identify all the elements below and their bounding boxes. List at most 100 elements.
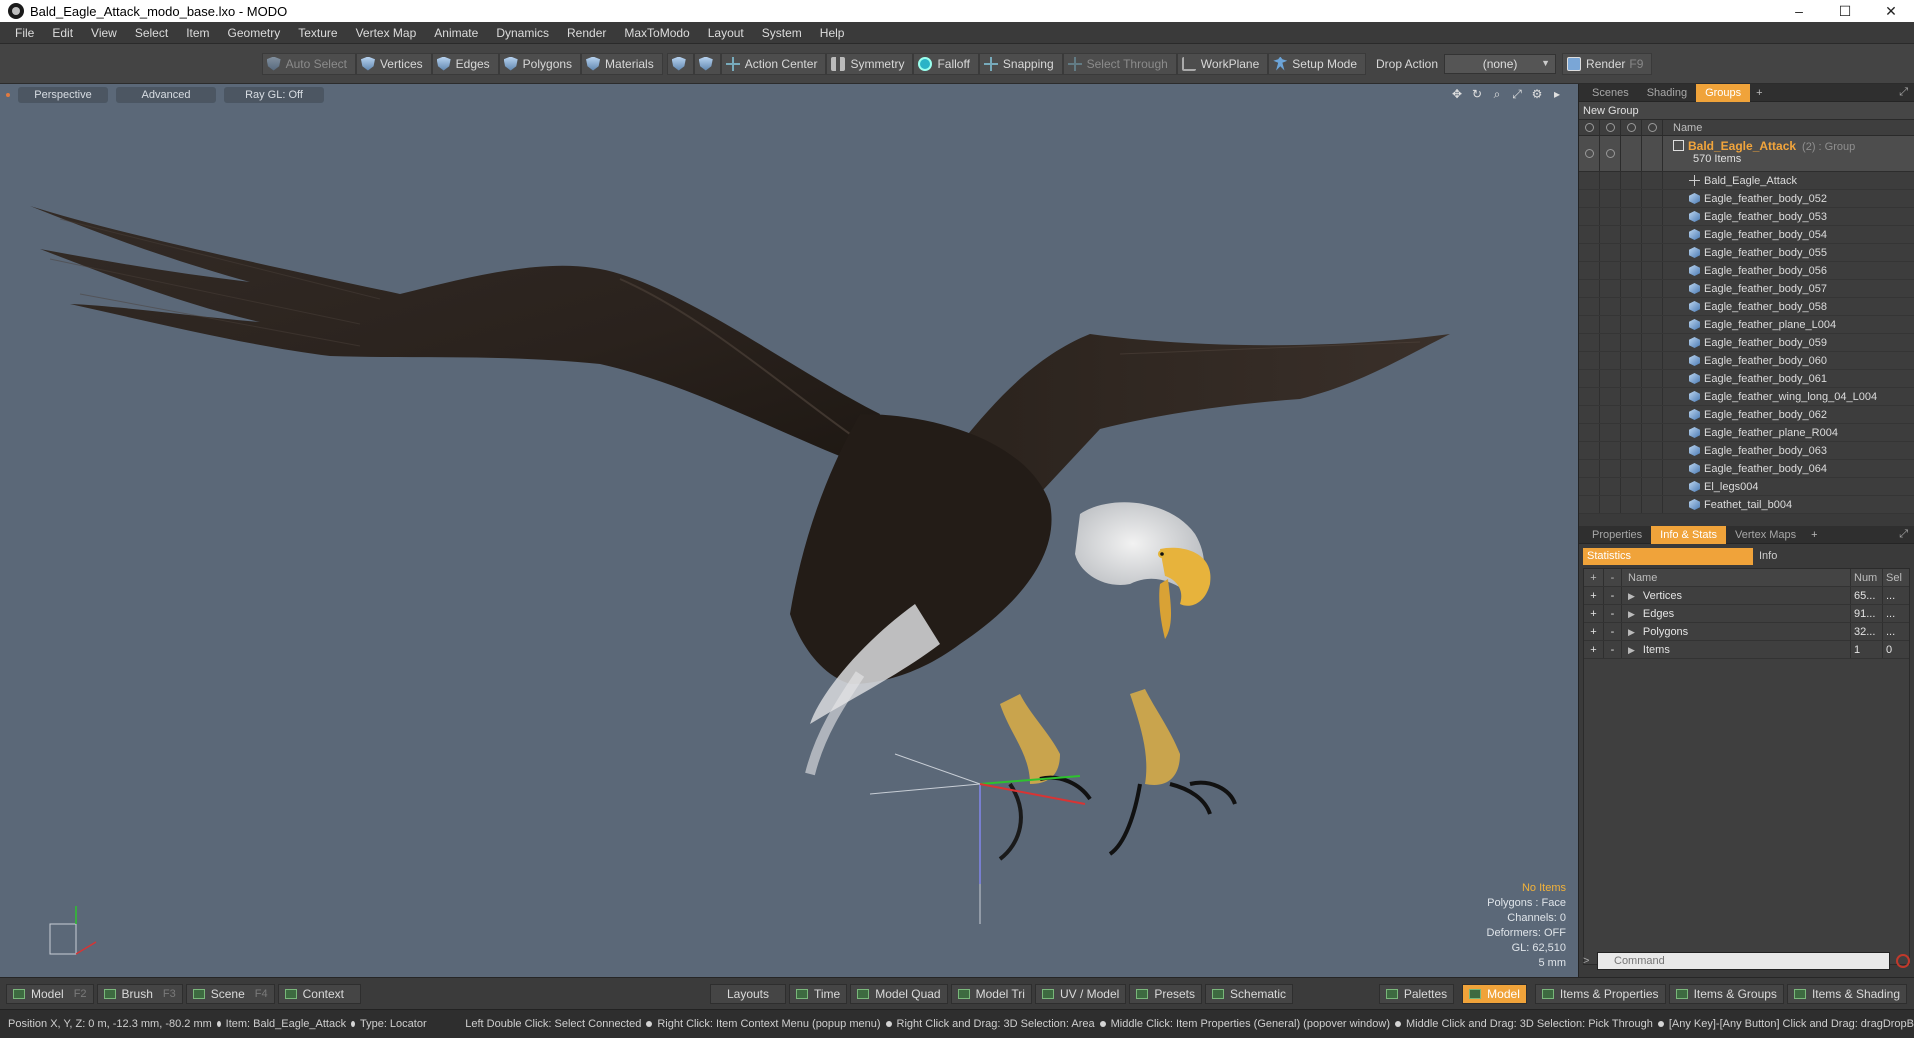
layout-right-button[interactable]: Model: [1462, 983, 1527, 1004]
group-item-toggle-cell[interactable]: [1642, 370, 1663, 387]
select-toggle-icon[interactable]: [1642, 136, 1663, 171]
group-item-toggle-cell[interactable]: [1579, 262, 1600, 279]
raygl-toggle[interactable]: Ray GL: Off: [224, 87, 324, 103]
rotate-icon[interactable]: ↻: [1470, 87, 1484, 101]
group-item-toggle-cell[interactable]: [1642, 496, 1663, 513]
layout-center-button[interactable]: Presets: [1129, 983, 1203, 1004]
group-item-toggle-cell[interactable]: [1642, 280, 1663, 297]
add-to-selection-button[interactable]: +: [1584, 587, 1604, 604]
group-item-row[interactable]: El_legs004: [1579, 478, 1914, 496]
group-item-row[interactable]: Eagle_feather_body_056: [1579, 262, 1914, 280]
group-item-toggle-cell[interactable]: [1579, 460, 1600, 477]
menu-view[interactable]: View: [82, 22, 126, 44]
group-item-toggle-cell[interactable]: [1621, 244, 1642, 261]
group-item-toggle-cell[interactable]: [1642, 334, 1663, 351]
remove-from-selection-button[interactable]: -: [1604, 641, 1622, 658]
expand-panel-icon[interactable]: ⤢: [1899, 86, 1908, 99]
group-item-toggle-cell[interactable]: [1600, 478, 1621, 495]
group-item-toggle-cell[interactable]: [1579, 244, 1600, 261]
group-item-toggle-cell[interactable]: [1579, 424, 1600, 441]
group-item-toggle-cell[interactable]: [1600, 388, 1621, 405]
menu-animate[interactable]: Animate: [425, 22, 487, 44]
statistics-row[interactable]: + - ▶ Polygons 32......: [1584, 623, 1909, 641]
command-history-icon[interactable]: >: [1583, 955, 1597, 967]
group-item-toggle-cell[interactable]: [1579, 478, 1600, 495]
minimize-button[interactable]: –: [1776, 0, 1822, 22]
group-item-row[interactable]: Eagle_feather_body_052: [1579, 190, 1914, 208]
group-parent-row[interactable]: Bald_Eagle_Attack (2) : Group 570 Items: [1579, 136, 1914, 172]
layout-left-button[interactable]: Scene F4: [185, 983, 275, 1004]
statistics-tab[interactable]: Statistics: [1583, 548, 1753, 565]
tab-scenes[interactable]: Scenes: [1583, 84, 1638, 102]
add-info-tab-button[interactable]: +: [1805, 526, 1823, 544]
view-mode-button[interactable]: Perspective: [18, 87, 108, 103]
remove-column-header[interactable]: -: [1604, 569, 1622, 586]
layout-center-button[interactable]: Time: [789, 983, 848, 1004]
remove-from-selection-button[interactable]: -: [1604, 605, 1622, 622]
add-tab-button[interactable]: +: [1750, 84, 1768, 102]
group-item-toggle-cell[interactable]: [1600, 424, 1621, 441]
new-group-button[interactable]: New Group: [1579, 102, 1914, 120]
group-item-toggle-cell[interactable]: [1579, 442, 1600, 459]
menu-help[interactable]: Help: [811, 22, 854, 44]
group-item-row[interactable]: Eagle_feather_plane_R004: [1579, 424, 1914, 442]
group-item-toggle-cell[interactable]: [1600, 226, 1621, 243]
group-item-row[interactable]: Feathet_tail_b004: [1579, 496, 1914, 514]
group-item-toggle-cell[interactable]: [1621, 478, 1642, 495]
symmetry-button[interactable]: Symmetry: [826, 52, 914, 75]
group-item-toggle-cell[interactable]: [1621, 406, 1642, 423]
layout-left-button[interactable]: Context: [277, 983, 361, 1004]
record-macro-icon[interactable]: [1896, 954, 1910, 968]
group-item-toggle-cell[interactable]: [1579, 496, 1600, 513]
remove-from-selection-button[interactable]: -: [1604, 587, 1622, 604]
fit-icon[interactable]: ⤢: [1510, 87, 1524, 101]
group-item-toggle-cell[interactable]: [1579, 298, 1600, 315]
close-button[interactable]: ✕: [1868, 0, 1914, 22]
group-item-row[interactable]: Eagle_feather_body_060: [1579, 352, 1914, 370]
lock-toggle-icon[interactable]: [1621, 136, 1642, 171]
layout-center-button[interactable]: Model Tri: [950, 983, 1032, 1004]
eye-icon[interactable]: [1579, 136, 1600, 171]
expand-info-panel-icon[interactable]: ⤢: [1899, 528, 1908, 541]
group-item-toggle-cell[interactable]: [1642, 478, 1663, 495]
group-item-toggle-cell[interactable]: [1600, 442, 1621, 459]
group-item-toggle-cell[interactable]: [1621, 190, 1642, 207]
edges-button[interactable]: Edges: [431, 52, 499, 75]
statistics-row[interactable]: + - ▶ Vertices 65......: [1584, 587, 1909, 605]
add-column-header[interactable]: +: [1584, 569, 1604, 586]
expand-triangle-icon[interactable]: ▶: [1628, 605, 1635, 623]
group-item-row[interactable]: Eagle_feather_body_064: [1579, 460, 1914, 478]
falloff-button[interactable]: Falloff: [913, 52, 979, 75]
maximize-button[interactable]: ☐: [1822, 0, 1868, 22]
tab-shading[interactable]: Shading: [1638, 84, 1696, 102]
remove-from-selection-button[interactable]: -: [1604, 623, 1622, 640]
add-to-selection-button[interactable]: +: [1584, 641, 1604, 658]
lock-column-icon[interactable]: [1621, 120, 1642, 135]
group-item-toggle-cell[interactable]: [1579, 316, 1600, 333]
select-column-icon[interactable]: [1642, 120, 1663, 135]
layout-center-button[interactable]: UV / Model: [1034, 983, 1127, 1004]
group-item-row[interactable]: Eagle_feather_body_053: [1579, 208, 1914, 226]
add-to-selection-button[interactable]: +: [1584, 605, 1604, 622]
group-item-toggle-cell[interactable]: [1642, 298, 1663, 315]
add-to-selection-button[interactable]: +: [1584, 623, 1604, 640]
pan-icon[interactable]: ✥: [1450, 87, 1464, 101]
snapping-button[interactable]: Snapping: [978, 52, 1063, 75]
group-item-row[interactable]: Eagle_feather_body_058: [1579, 298, 1914, 316]
group-item-row[interactable]: Eagle_feather_plane_L004: [1579, 316, 1914, 334]
menu-layout[interactable]: Layout: [699, 22, 753, 44]
group-item-toggle-cell[interactable]: [1600, 262, 1621, 279]
group-item-toggle-cell[interactable]: [1621, 496, 1642, 513]
group-item-toggle-cell[interactable]: [1642, 460, 1663, 477]
group-item-toggle-cell[interactable]: [1642, 244, 1663, 261]
menu-texture[interactable]: Texture: [289, 22, 346, 44]
group-item-toggle-cell[interactable]: [1579, 172, 1600, 189]
materials-button[interactable]: Materials: [581, 52, 663, 75]
3d-viewport[interactable]: Perspective Advanced Ray GL: Off ✥ ↻ ⌕ ⤢…: [0, 84, 1578, 977]
tab-vertex-maps[interactable]: Vertex Maps: [1726, 526, 1805, 544]
gear-icon[interactable]: ⚙: [1530, 87, 1544, 101]
drop-action-select[interactable]: (none) ▼: [1444, 53, 1557, 74]
menu-select[interactable]: Select: [126, 22, 177, 44]
group-item-toggle-cell[interactable]: [1621, 352, 1642, 369]
menu-dynamics[interactable]: Dynamics: [487, 22, 558, 44]
